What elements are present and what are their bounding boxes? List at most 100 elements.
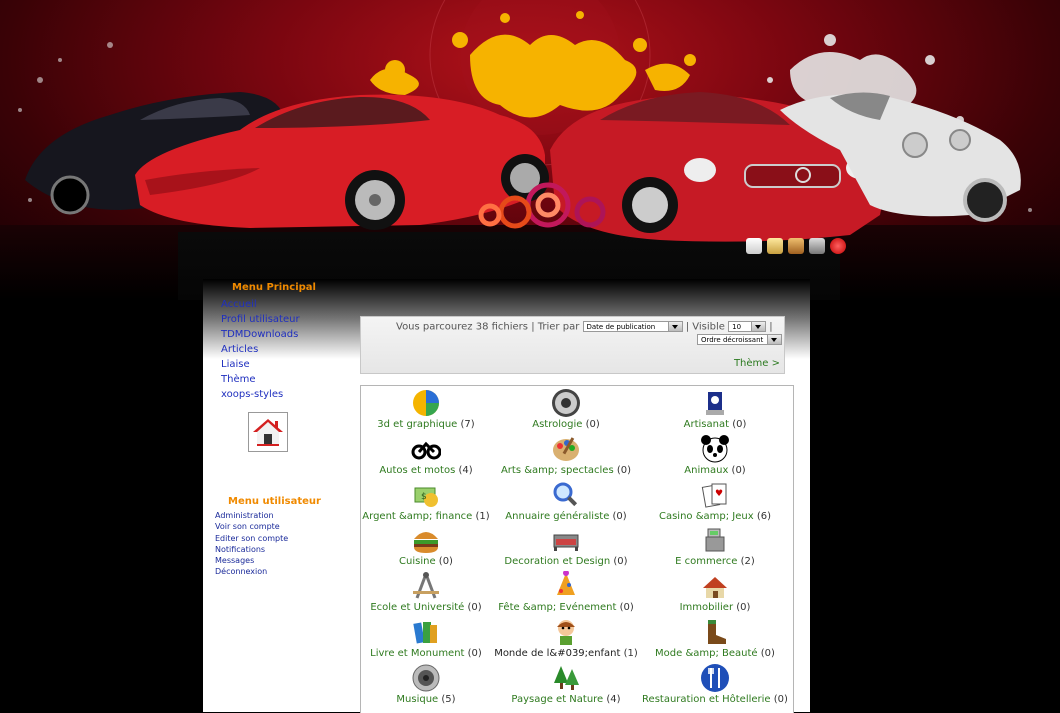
category-name[interactable]: Paysage et Nature bbox=[511, 694, 606, 705]
category-label[interactable]: Cuisine (0) bbox=[361, 556, 506, 567]
category-item[interactable]: ♥ Casino &amp; Jeux (6) bbox=[635, 480, 793, 522]
astrology-icon[interactable] bbox=[551, 388, 581, 418]
category-item[interactable]: E commerce (2) bbox=[635, 525, 793, 567]
visible-select[interactable]: 10 bbox=[728, 321, 767, 332]
category-item[interactable]: Annuaire généraliste (0) bbox=[486, 480, 646, 522]
category-label[interactable]: Musique (5) bbox=[361, 694, 506, 705]
category-item[interactable]: Immobilier (0) bbox=[635, 571, 793, 613]
magnifier-icon[interactable] bbox=[551, 480, 581, 510]
power-icon[interactable] bbox=[830, 238, 846, 254]
category-item[interactable]: Livre et Monument (0) bbox=[361, 617, 506, 659]
category-name[interactable]: Astrologie bbox=[532, 419, 585, 430]
category-label[interactable]: Paysage et Nature (4) bbox=[486, 694, 646, 705]
money-icon[interactable]: $ bbox=[411, 480, 441, 510]
category-label[interactable]: Autos et motos (4) bbox=[361, 465, 506, 476]
category-name[interactable]: Ecole et Université bbox=[370, 602, 467, 613]
category-item[interactable]: Restauration et Hôtellerie (0) bbox=[635, 663, 793, 705]
category-name[interactable]: Fête &amp; Evénement bbox=[498, 602, 619, 613]
category-name[interactable]: Cuisine bbox=[399, 556, 439, 567]
category-item[interactable]: $ Argent &amp; finance (1) bbox=[361, 480, 506, 522]
category-label[interactable]: Mode &amp; Beauté (0) bbox=[635, 648, 793, 659]
category-name[interactable]: Livre et Monument bbox=[370, 648, 468, 659]
document-icon[interactable] bbox=[746, 238, 762, 254]
category-label[interactable]: Fête &amp; Evénement (0) bbox=[486, 602, 646, 613]
user-menu-logout[interactable]: Déconnexion bbox=[215, 566, 288, 577]
category-label[interactable]: Restauration et Hôtellerie (0) bbox=[635, 694, 793, 705]
sort-select[interactable]: Date de publication bbox=[582, 321, 683, 332]
artisan-icon[interactable] bbox=[700, 388, 730, 418]
category-item[interactable]: Mode &amp; Beauté (0) bbox=[635, 617, 793, 659]
category-name[interactable]: Monde de l&#039;enfant bbox=[494, 648, 623, 659]
category-name[interactable]: Arts &amp; spectacles bbox=[501, 465, 617, 476]
category-name[interactable]: 3d et graphique bbox=[377, 419, 460, 430]
cards-icon[interactable]: ♥ bbox=[700, 480, 730, 510]
category-name[interactable]: Mode &amp; Beauté bbox=[655, 648, 761, 659]
category-name[interactable]: Autos et motos bbox=[379, 465, 458, 476]
category-label[interactable]: Monde de l&#039;enfant (1) bbox=[486, 648, 646, 659]
category-label[interactable]: Artisanat (0) bbox=[635, 419, 793, 430]
category-label[interactable]: Livre et Monument (0) bbox=[361, 648, 506, 659]
cutlery-icon[interactable] bbox=[700, 663, 730, 693]
category-item[interactable]: Paysage et Nature (4) bbox=[486, 663, 646, 705]
books-icon[interactable] bbox=[411, 617, 441, 647]
child-icon[interactable] bbox=[551, 617, 581, 647]
user-menu-notifications[interactable]: Notifications bbox=[215, 544, 288, 555]
menu-item-tdmdownloads[interactable]: TDMDownloads bbox=[221, 327, 300, 342]
edit-icon[interactable] bbox=[767, 238, 783, 254]
order-select[interactable]: Ordre décroissant bbox=[697, 334, 782, 345]
category-label[interactable]: Immobilier (0) bbox=[635, 602, 793, 613]
menu-item-liaise[interactable]: Liaise bbox=[221, 357, 300, 372]
motorbike-icon[interactable] bbox=[411, 434, 442, 464]
category-name[interactable]: Immobilier bbox=[680, 602, 737, 613]
category-item[interactable]: 3d et graphique (7) bbox=[361, 388, 506, 430]
category-name[interactable]: Casino &amp; Jeux bbox=[659, 511, 757, 522]
category-name[interactable]: Decoration et Design bbox=[504, 556, 613, 567]
category-name[interactable]: Annuaire généraliste bbox=[505, 511, 612, 522]
boot-icon[interactable] bbox=[700, 617, 730, 647]
user-menu-messages[interactable]: Messages bbox=[215, 555, 288, 566]
sofa-icon[interactable] bbox=[551, 525, 581, 555]
category-label[interactable]: Animaux (0) bbox=[635, 465, 793, 476]
category-name[interactable]: Restauration et Hôtellerie bbox=[642, 694, 774, 705]
menu-item-accueil[interactable]: Accueil bbox=[221, 297, 300, 312]
cash-register-icon[interactable] bbox=[700, 525, 730, 555]
user-icon[interactable] bbox=[788, 238, 804, 254]
category-item[interactable]: Musique (5) bbox=[361, 663, 506, 705]
party-icon[interactable] bbox=[551, 570, 581, 601]
category-item[interactable]: Artisanat (0) bbox=[635, 388, 793, 430]
category-name[interactable]: Musique bbox=[396, 694, 441, 705]
tools-icon[interactable] bbox=[809, 238, 825, 254]
speaker-icon[interactable] bbox=[411, 663, 441, 693]
category-label[interactable]: Arts &amp; spectacles (0) bbox=[486, 465, 646, 476]
category-name[interactable]: Artisanat bbox=[684, 419, 733, 430]
house-icon[interactable] bbox=[700, 571, 730, 601]
category-item[interactable]: Ecole et Université (0) bbox=[361, 571, 506, 613]
category-label[interactable]: Annuaire généraliste (0) bbox=[486, 511, 646, 522]
category-label[interactable]: Astrologie (0) bbox=[486, 419, 646, 430]
pie-chart-icon[interactable] bbox=[411, 388, 441, 418]
palette-icon[interactable] bbox=[551, 434, 581, 464]
menu-item-articles[interactable]: Articles bbox=[221, 342, 300, 357]
category-item[interactable]: Autos et motos (4) bbox=[361, 434, 506, 476]
tree-icon[interactable] bbox=[551, 663, 581, 693]
category-item[interactable]: Fête &amp; Evénement (0) bbox=[486, 570, 646, 613]
category-item[interactable]: Arts &amp; spectacles (0) bbox=[486, 434, 646, 476]
user-menu-administration[interactable]: Administration bbox=[215, 510, 288, 521]
category-name[interactable]: Animaux bbox=[684, 465, 731, 476]
menu-item-profil[interactable]: Profil utilisateur bbox=[221, 312, 300, 327]
category-label[interactable]: Ecole et Université (0) bbox=[361, 602, 506, 613]
category-label[interactable]: E commerce (2) bbox=[635, 556, 793, 567]
category-item[interactable]: Cuisine (0) bbox=[361, 525, 506, 567]
category-item[interactable]: Animaux (0) bbox=[635, 434, 793, 476]
category-label[interactable]: Decoration et Design (0) bbox=[486, 556, 646, 567]
home-button[interactable] bbox=[248, 412, 288, 452]
category-label[interactable]: Argent &amp; finance (1) bbox=[361, 511, 506, 522]
category-item[interactable]: Decoration et Design (0) bbox=[486, 525, 646, 567]
category-name[interactable]: E commerce bbox=[675, 556, 740, 567]
panda-icon[interactable] bbox=[700, 434, 730, 464]
theme-link[interactable]: Thème > bbox=[734, 358, 780, 369]
category-label[interactable]: 3d et graphique (7) bbox=[361, 419, 506, 430]
user-menu-edit-account[interactable]: Editer son compte bbox=[215, 533, 288, 544]
category-item[interactable]: Astrologie (0) bbox=[486, 388, 646, 430]
menu-item-theme[interactable]: Thème bbox=[221, 372, 300, 387]
